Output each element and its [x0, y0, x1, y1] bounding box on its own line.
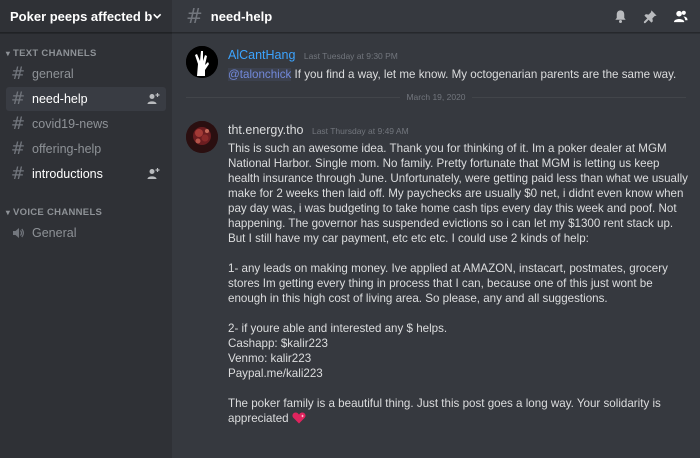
category-text-channels[interactable]: ▾ TEXT CHANNELS [0, 45, 172, 61]
user-mention[interactable]: @talonchick [228, 68, 292, 81]
avatar[interactable] [186, 121, 218, 153]
message-timestamp: Last Tuesday at 9:30 PM [303, 51, 398, 61]
divider-line [471, 96, 687, 98]
category-label: VOICE CHANNELS [13, 206, 103, 218]
server-header[interactable]: Poker peeps affected by ... [0, 0, 172, 33]
channel-label: introductions [32, 167, 103, 181]
bell-icon[interactable] [613, 9, 628, 24]
chevron-down-icon[interactable] [152, 10, 162, 22]
hash-icon: # [10, 164, 26, 184]
message-paragraph: 2- if youre able and interested any $ he… [228, 322, 448, 335]
sidebar-item-voice-general[interactable]: General [6, 221, 166, 245]
channel-label: covid19-news [32, 117, 109, 131]
create-invite-icon[interactable] [146, 167, 160, 181]
avatar[interactable] [186, 46, 218, 78]
members-icon[interactable] [673, 9, 688, 24]
message-paragraph: Paypal.me/kali223 [228, 367, 323, 380]
sidebar-item-general[interactable]: # general [6, 62, 166, 86]
caret-down-icon: ▾ [5, 207, 11, 217]
avatar-image-icon [186, 121, 218, 153]
message-paragraph: Cashapp: $kalir223 [228, 337, 328, 350]
date-divider: March 19, 2020 [186, 91, 687, 103]
message-paragraph: Venmo: kalir223 [228, 352, 312, 365]
speaker-icon [13, 228, 24, 238]
channel-label: need-help [32, 92, 88, 106]
sidebar-item-offering-help[interactable]: # offering-help [6, 137, 166, 161]
sidebar-item-need-help[interactable]: # need-help [6, 87, 166, 111]
channel-sidebar: Poker peeps affected by ... ▾ TEXT CHANN… [0, 0, 172, 458]
message-content: @talonchick If you find a way, let me kn… [228, 67, 688, 82]
create-invite-icon[interactable] [146, 92, 160, 106]
message-paragraph: 1- any leads on making money. Ive applie… [228, 262, 668, 305]
server-name: Poker peeps affected by ... [10, 8, 152, 24]
message-content: This is such an awesome idea. Thank you … [228, 141, 688, 426]
message-timestamp: Last Thursday at 9:49 AM [311, 126, 409, 136]
sidebar-item-introductions[interactable]: # introductions [6, 162, 166, 186]
message-paragraph: This is such an awesome idea. Thank you … [228, 142, 688, 245]
hash-icon: # [10, 89, 26, 109]
channel-header: # need-help [172, 0, 700, 33]
hash-icon: # [10, 64, 26, 84]
hash-icon: # [186, 4, 203, 28]
message-text: If you find a way, let me know. My octog… [291, 68, 677, 81]
divider-line [186, 96, 401, 98]
channel-label: General [32, 226, 77, 240]
pin-icon[interactable] [643, 9, 658, 24]
message-paragraph-last: The poker family is a beautiful thing. J… [228, 396, 688, 426]
sparkling-heart-emoji-icon [292, 412, 306, 424]
category-label: TEXT CHANNELS [13, 47, 97, 59]
message-list: AlCantHang Last Tuesday at 9:30 PM @talo… [172, 33, 700, 458]
caret-down-icon: ▾ [5, 48, 11, 58]
hash-icon: # [10, 114, 26, 134]
date-divider-label: March 19, 2020 [406, 92, 466, 102]
channel-title: need-help [210, 8, 273, 24]
channel-label: offering-help [32, 142, 102, 156]
channel-label: general [32, 67, 74, 81]
category-voice-channels[interactable]: ▾ VOICE CHANNELS [0, 204, 172, 220]
hash-icon: # [10, 139, 26, 159]
message-author[interactable]: tht.energy.tho [228, 123, 304, 137]
sidebar-item-covid19-news[interactable]: # covid19-news [6, 112, 166, 136]
message-author[interactable]: AlCantHang [228, 48, 295, 62]
hand-avatar-icon [186, 46, 218, 78]
